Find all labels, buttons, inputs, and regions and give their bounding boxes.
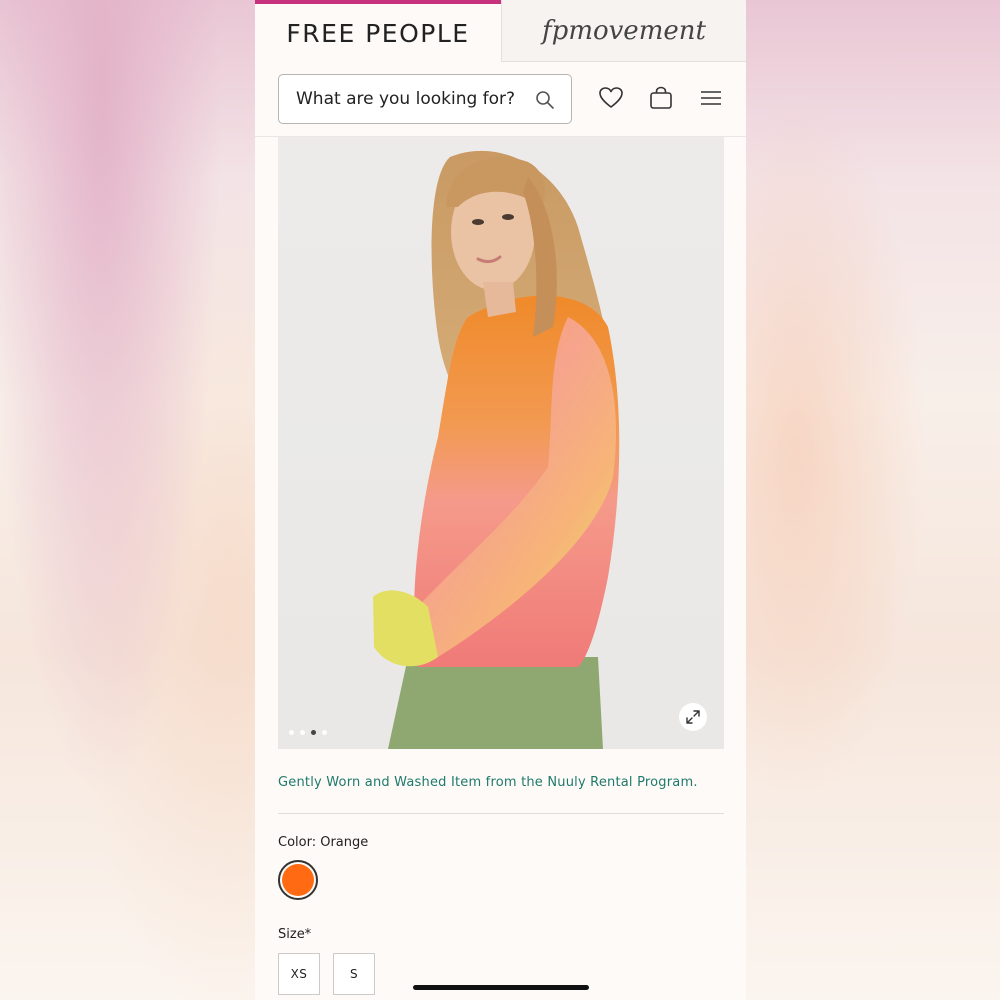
color-swatch-fill bbox=[282, 864, 314, 896]
divider bbox=[278, 813, 724, 814]
size-option-xs[interactable]: XS bbox=[278, 953, 320, 995]
home-indicator bbox=[413, 985, 589, 990]
color-label: Color: Orange bbox=[278, 835, 369, 850]
shopping-bag-icon[interactable] bbox=[647, 84, 675, 112]
tab-free-people[interactable]: FREE PEOPLE bbox=[255, 0, 501, 62]
rental-notice: Gently Worn and Washed Item from the Nuu… bbox=[278, 775, 698, 790]
size-option-s[interactable]: S bbox=[333, 953, 375, 995]
model-photo bbox=[373, 150, 620, 749]
product-image[interactable] bbox=[278, 137, 724, 749]
background-right bbox=[745, 0, 1000, 1000]
gallery-dot[interactable] bbox=[300, 730, 305, 735]
background-left bbox=[0, 0, 255, 1000]
gallery-dots bbox=[289, 730, 327, 735]
mobile-page: FREE PEOPLE fpmovement What are you look… bbox=[255, 0, 746, 1000]
search-input[interactable] bbox=[296, 89, 536, 109]
expand-image-button[interactable] bbox=[679, 703, 707, 731]
site-header bbox=[255, 62, 746, 137]
hamburger-menu-icon[interactable] bbox=[697, 84, 725, 112]
gallery-dot-active[interactable] bbox=[311, 730, 316, 735]
heart-icon[interactable] bbox=[597, 84, 625, 112]
search-box[interactable] bbox=[278, 74, 572, 124]
gallery-dot[interactable] bbox=[322, 730, 327, 735]
brand-tabs: FREE PEOPLE fpmovement bbox=[255, 0, 746, 62]
expand-icon bbox=[686, 710, 700, 724]
search-icon[interactable] bbox=[535, 90, 555, 110]
tab-fp-movement[interactable]: fpmovement bbox=[501, 0, 746, 62]
gallery-dot[interactable] bbox=[289, 730, 294, 735]
color-swatch-orange[interactable] bbox=[278, 860, 318, 900]
size-label: Size* bbox=[278, 927, 312, 942]
